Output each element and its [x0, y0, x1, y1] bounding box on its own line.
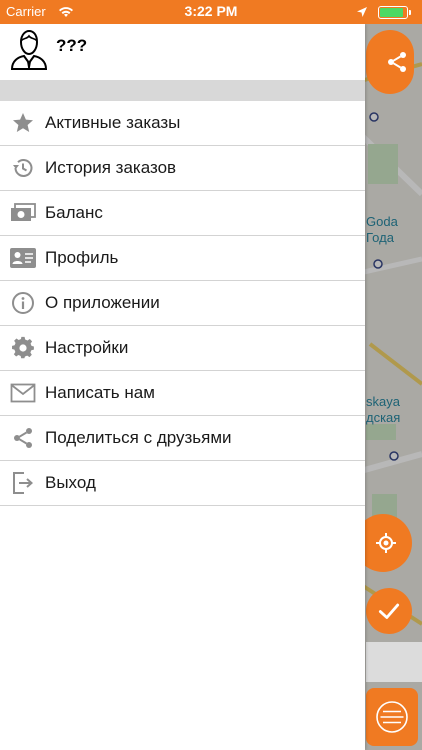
location-arrow-icon: [356, 5, 368, 23]
menu-item-label: Баланс: [45, 203, 103, 222]
star-icon: [0, 101, 45, 146]
menu-item-share-with-friends[interactable]: Поделиться с друзьями: [0, 416, 365, 461]
navigation-drawer: ??? Активные заказы История заказов Бала…: [0, 24, 365, 750]
menu-item-label: Активные заказы: [45, 113, 181, 132]
share-fab-button[interactable]: [366, 30, 414, 94]
money-icon: [0, 191, 45, 236]
menu-item-label: Написать нам: [45, 383, 155, 402]
menu-item-logout[interactable]: Выход: [0, 461, 365, 506]
share-icon: [0, 416, 45, 461]
crosshair-icon: [376, 533, 396, 553]
menu-item-settings[interactable]: Настройки: [0, 326, 365, 371]
menu-item-label: О приложении: [45, 293, 160, 312]
status-bar: Carrier 3:22 PM: [0, 0, 422, 24]
share-icon: [388, 52, 406, 72]
map-bottom-strip: [366, 642, 422, 682]
menu-item-label: Выход: [45, 473, 96, 492]
menu-item-label: Настройки: [45, 338, 129, 357]
menu-item-about[interactable]: О приложении: [0, 281, 365, 326]
profile-card-icon: [0, 236, 45, 281]
history-icon: [0, 146, 45, 191]
drawer-header: ???: [0, 24, 365, 80]
menu-item-active-orders[interactable]: Активные заказы: [0, 101, 365, 146]
avatar-icon[interactable]: [10, 29, 48, 70]
menu-item-contact-us[interactable]: Написать нам: [0, 371, 365, 416]
drawer-separator: [0, 80, 365, 101]
menu-fab-button[interactable]: [366, 688, 418, 746]
menu-item-label: Поделиться с друзьями: [45, 428, 232, 447]
menu-item-label: История заказов: [45, 158, 177, 177]
checkmark-icon: [378, 603, 400, 619]
logout-icon: [0, 461, 45, 506]
menu-item-order-history[interactable]: История заказов: [0, 146, 365, 191]
info-icon: [0, 281, 45, 326]
confirm-button[interactable]: [366, 588, 412, 634]
mail-icon: [0, 371, 45, 416]
list-circle-icon: [376, 701, 408, 733]
gear-icon: [0, 326, 45, 371]
menu-item-profile[interactable]: Профиль: [0, 236, 365, 281]
drawer-menu: Активные заказы История заказов Баланс П…: [0, 101, 365, 506]
menu-item-balance[interactable]: Баланс: [0, 191, 365, 236]
menu-item-label: Профиль: [45, 248, 119, 267]
user-name: ???: [56, 36, 88, 55]
battery-icon: [378, 6, 411, 19]
